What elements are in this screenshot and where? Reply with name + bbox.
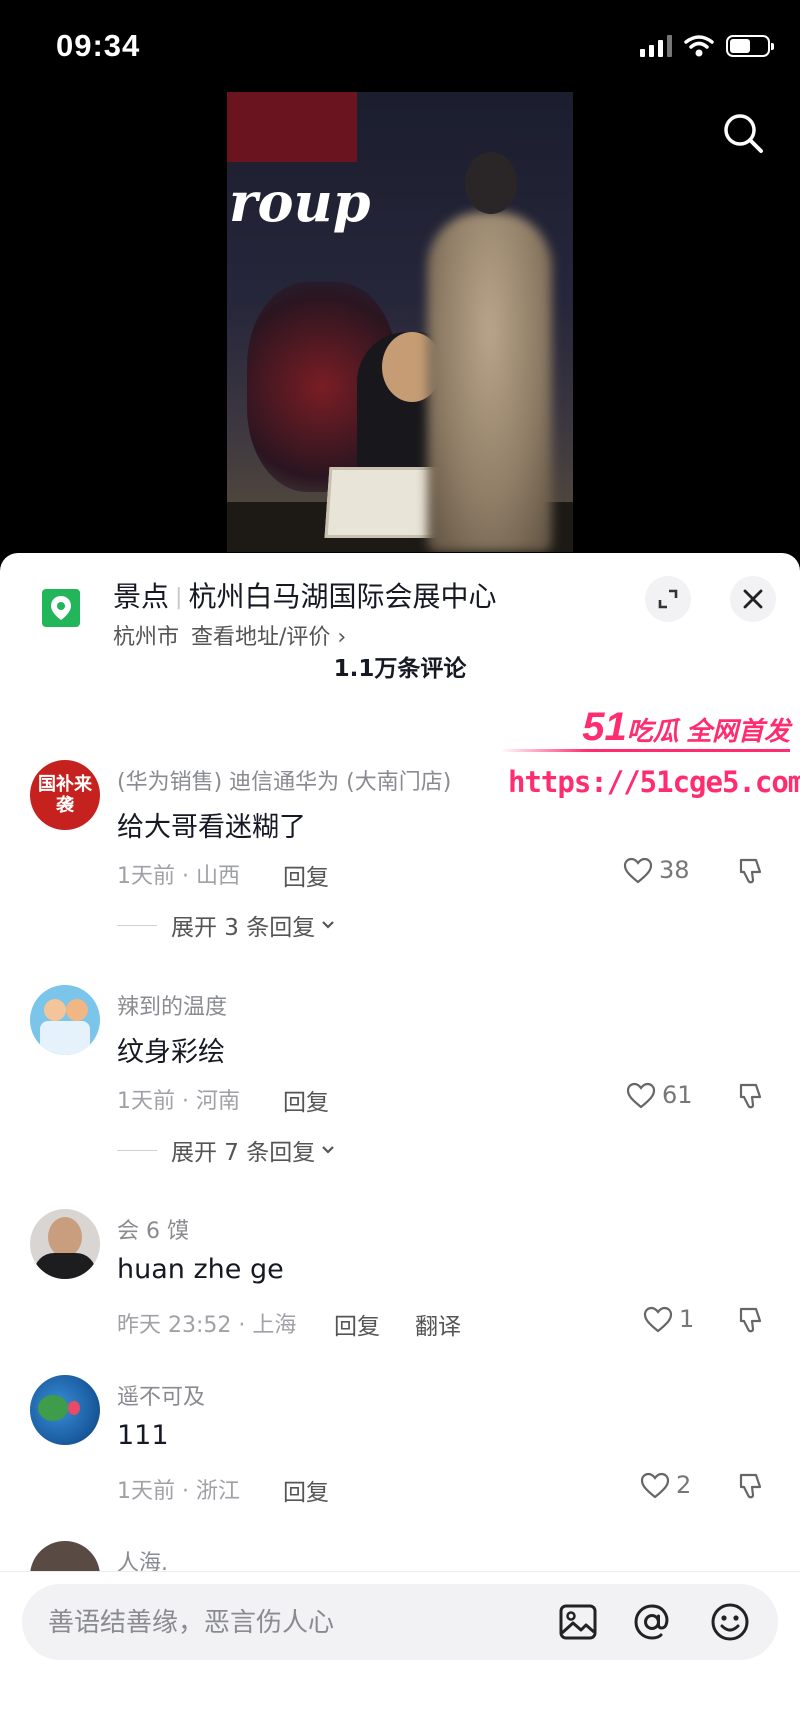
location-category: 景点 (113, 580, 170, 613)
expand-replies-button[interactable]: 展开 7 条回复 (117, 1133, 337, 1167)
dislike-icon[interactable] (735, 1471, 765, 1501)
dislike-icon[interactable] (735, 856, 765, 886)
avatar-logo-text: 国补来袭 (38, 774, 92, 816)
like-count: 2 (676, 1471, 692, 1499)
translate-button[interactable]: 翻译 (415, 1307, 461, 1341)
dislike-icon[interactable] (735, 1081, 765, 1111)
like-button[interactable]: 1 (643, 1305, 694, 1333)
like-count: 38 (659, 856, 690, 884)
like-count: 61 (662, 1081, 693, 1109)
expand-replies-label: 展开 3 条回复 (171, 915, 316, 941)
location-subline: 杭州市 查看地址/评价 › (113, 619, 346, 651)
watermark-url: https://51cge5.com (508, 765, 800, 799)
expand-icon (658, 589, 678, 609)
reply-button[interactable]: 回复 (283, 858, 329, 892)
expand-replies-button[interactable]: 展开 3 条回复 (117, 908, 337, 942)
heart-icon (640, 1472, 670, 1498)
comment-meta: 1天前 · 河南 (117, 1089, 240, 1114)
comment-sheet: 景点|杭州白马湖国际会展中心 杭州市查看地址/评价 › 1.1万条评论 ——— … (0, 553, 800, 1731)
view-address-link[interactable]: 查看地址/评价 › (191, 625, 346, 650)
like-button[interactable]: 61 (626, 1081, 693, 1109)
close-icon (743, 589, 763, 609)
search-icon[interactable] (720, 110, 766, 156)
heart-icon (623, 857, 653, 883)
location-city: 杭州市 (113, 625, 180, 650)
expand-replies-label: 展开 7 条回复 (171, 1140, 316, 1166)
emoji-icon[interactable] (709, 1601, 751, 1643)
dislike-icon[interactable] (735, 1305, 765, 1335)
location-title[interactable]: 景点 | 杭州白马湖国际会展中心 (113, 575, 496, 615)
video-banner-text: roup (229, 170, 371, 234)
comment-input-placeholder[interactable]: 善语结善缘，恶言伤人心 (48, 1602, 334, 1639)
heart-icon (626, 1082, 656, 1108)
like-count: 1 (679, 1305, 695, 1333)
like-button[interactable]: 38 (623, 856, 690, 884)
comment-username[interactable]: 会 6 馍 (117, 1213, 189, 1245)
video-player[interactable]: roup (0, 92, 800, 552)
location-pin-icon (42, 589, 80, 627)
watermark-brand: 51吃瓜 全网首发 (582, 705, 790, 749)
comment-username[interactable]: 辣到的温度 (117, 989, 227, 1021)
comment-meta: 昨天 23:52 · 上海 (117, 1313, 297, 1338)
avatar[interactable] (30, 1375, 100, 1445)
comment-text: 111 (117, 1420, 169, 1451)
avatar[interactable]: 国补来袭 (30, 760, 100, 830)
wifi-icon (684, 35, 714, 57)
image-icon[interactable] (557, 1601, 599, 1643)
status-icons (640, 34, 774, 58)
battery-icon (726, 35, 774, 57)
signal-icon (640, 35, 672, 57)
reply-button[interactable]: 回复 (283, 1083, 329, 1117)
comment-input[interactable]: 善语结善缘，恶言伤人心 (22, 1584, 778, 1660)
avatar[interactable] (30, 985, 100, 1055)
reply-button[interactable]: 回复 (283, 1473, 329, 1507)
at-mention-icon[interactable] (631, 1601, 673, 1643)
comment-text: huan zhe ge (117, 1254, 284, 1285)
heart-icon (643, 1306, 673, 1332)
chevron-down-icon (322, 921, 335, 929)
video-blurred-person (427, 212, 552, 552)
comment-meta: 1天前 · 浙江 (117, 1479, 240, 1504)
comment-count: 1.1万条评论 (333, 656, 467, 682)
comment-input-bar: 善语结善缘，恶言伤人心 (0, 1571, 800, 1732)
close-button[interactable] (730, 576, 776, 622)
comment-text: 纹身彩绘 (117, 1037, 225, 1068)
video-frame[interactable]: roup (227, 92, 573, 552)
comment-username[interactable]: 遥不可及 (117, 1379, 205, 1411)
reply-button[interactable]: 回复 (334, 1307, 380, 1341)
location-name: 杭州白马湖国际会展中心 (188, 580, 497, 613)
expand-button[interactable] (645, 576, 691, 622)
status-bar: 09:34 (0, 0, 800, 95)
comment-text: 给大哥看迷糊了 (117, 812, 306, 843)
like-button[interactable]: 2 (640, 1471, 691, 1499)
watermark: 51吃瓜 全网首发 https://51cge5.com (500, 705, 800, 805)
chevron-down-icon (322, 1146, 335, 1154)
status-time: 09:34 (56, 28, 141, 63)
avatar[interactable] (30, 1209, 100, 1279)
comment-username[interactable]: (华为销售) 迪信通华为 (大南门店) (117, 764, 451, 796)
comment-meta: 1天前 · 山西 (117, 864, 240, 889)
